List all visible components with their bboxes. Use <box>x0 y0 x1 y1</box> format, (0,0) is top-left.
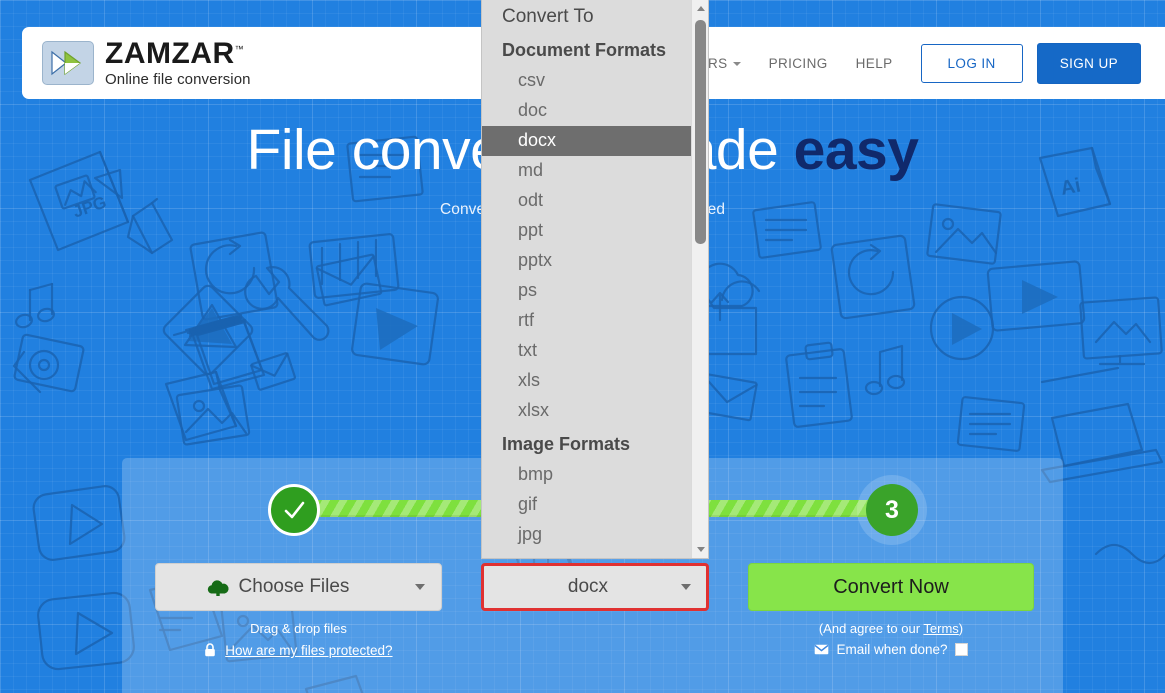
brand-name: ZAMZAR™ <box>105 39 244 69</box>
nav-item-pricing[interactable]: PRICING <box>769 56 828 71</box>
trademark-symbol: ™ <box>234 44 245 54</box>
email-when-done-label: Email when done? <box>836 642 948 657</box>
signup-button[interactable]: SIGN UP <box>1036 42 1141 84</box>
lock-icon <box>205 643 216 657</box>
choose-files-main[interactable]: Choose Files <box>156 564 399 610</box>
format-dropdown-menu[interactable]: Convert To Document Formats csv doc docx… <box>481 0 709 559</box>
dropdown-item-pcx[interactable]: pcx <box>482 550 691 558</box>
dropdown-item-docx[interactable]: docx <box>482 126 691 157</box>
dropdown-group-document-formats: Document Formats <box>502 40 667 60</box>
dropdown-item-txt[interactable]: txt <box>482 336 691 366</box>
doodle-play-circle <box>929 295 995 361</box>
check-icon <box>284 501 305 519</box>
triangle-up-icon <box>696 6 705 11</box>
doodle-clipboard <box>785 341 853 428</box>
login-button[interactable]: LOG IN <box>920 43 1023 83</box>
dropdown-item-bmp[interactable]: bmp <box>482 460 691 490</box>
step-3-badge: 3 <box>866 484 918 536</box>
dropdown-item-odt[interactable]: odt <box>482 186 691 216</box>
doodle-play-rounded <box>32 485 126 561</box>
doodle-music-note-2 <box>864 344 906 396</box>
doodle-monitor <box>1079 296 1163 366</box>
dropdown-item-gif[interactable]: gif <box>482 490 691 520</box>
dropdown-item-pptx[interactable]: pptx <box>482 246 691 276</box>
main-navigation: CONVERTERS PRICING HELP LOG IN SIGN UP <box>630 42 1165 84</box>
format-select-value: docx <box>567 576 609 597</box>
files-protected-row: How are my files protected? <box>155 643 442 658</box>
dropdown-item-xls[interactable]: xls <box>482 366 691 396</box>
doodle-doc-right-bottom <box>956 396 1026 452</box>
dropdown-item-doc[interactable]: doc <box>482 96 691 126</box>
doodle-file-plain <box>164 370 238 442</box>
email-when-done-checkbox[interactable] <box>954 643 968 656</box>
terms-prefix: (And agree to our <box>818 621 924 636</box>
terms-link[interactable]: Terms <box>923 621 958 636</box>
chevron-down-icon <box>681 584 691 590</box>
drag-drop-hint: Drag & drop files <box>250 621 347 636</box>
envelope-icon <box>814 644 829 655</box>
terms-agreement-row: (And agree to our Terms) <box>748 621 1034 636</box>
dropdown-title: Convert To <box>502 6 594 27</box>
scroll-up-arrow-icon[interactable] <box>692 0 708 17</box>
site-logo[interactable]: ZAMZAR™ Online file conversion <box>42 39 251 87</box>
step-1-complete-badge <box>268 484 320 536</box>
dropdown-group-image-formats: Image Formats <box>502 434 631 455</box>
doodle-video-box-right <box>986 260 1086 332</box>
doodle-image-left-bottom <box>175 384 251 446</box>
doodle-play-square-top <box>351 282 439 366</box>
hero-title-bold: easy <box>793 118 919 182</box>
chevron-down-icon <box>415 584 425 590</box>
dropdown-item-rtf[interactable]: rtf <box>482 306 691 336</box>
choose-files-button[interactable]: Choose Files <box>155 563 442 611</box>
choose-files-label: Choose Files <box>238 576 350 597</box>
dropdown-item-ps[interactable]: ps <box>482 276 691 306</box>
dropdown-item-jpg[interactable]: jpg <box>482 520 691 550</box>
choose-files-dropdown-toggle[interactable] <box>399 564 441 610</box>
doodle-wrench <box>244 266 330 341</box>
doodle-rotate-right <box>830 234 916 320</box>
doodle-camera <box>12 333 85 394</box>
format-dropdown-list: Convert To Document Formats csv doc docx… <box>482 0 691 558</box>
brand-name-text: ZAMZAR <box>105 37 235 70</box>
dropdown-item-xlsx[interactable]: xlsx <box>482 396 691 426</box>
scrollbar-thumb[interactable] <box>695 20 706 244</box>
dropdown-item-ppt[interactable]: ppt <box>482 216 691 246</box>
format-select-button[interactable]: docx <box>481 563 709 611</box>
chevron-down-icon <box>732 61 741 66</box>
doodle-laptop-top <box>1040 366 1120 384</box>
format-select-caret[interactable] <box>666 584 706 590</box>
zamzar-logo-icon <box>42 41 94 85</box>
dropdown-item-csv[interactable]: csv <box>482 66 691 96</box>
convert-now-button[interactable]: Convert Now <box>748 563 1034 611</box>
doodle-music-note-1 <box>15 282 55 329</box>
terms-suffix: ) <box>958 621 964 636</box>
doodle-wave-right <box>1094 543 1165 565</box>
email-when-done-row: Email when done? <box>748 642 1034 657</box>
doodle-play-left-bottom <box>37 591 135 671</box>
nav-item-help[interactable]: HELP <box>856 56 893 71</box>
dropdown-item-md[interactable]: md <box>482 156 691 186</box>
triangle-down-icon <box>696 547 705 552</box>
doodle-rotate-square <box>189 231 279 321</box>
doodle-video-film <box>308 233 400 299</box>
brand-tagline: Online file conversion <box>105 71 251 88</box>
scroll-down-arrow-icon[interactable] <box>692 541 708 558</box>
dropdown-scrollbar[interactable] <box>691 0 708 558</box>
files-protected-link[interactable]: How are my files protected? <box>225 643 392 658</box>
cloud-upload-icon <box>207 579 229 596</box>
